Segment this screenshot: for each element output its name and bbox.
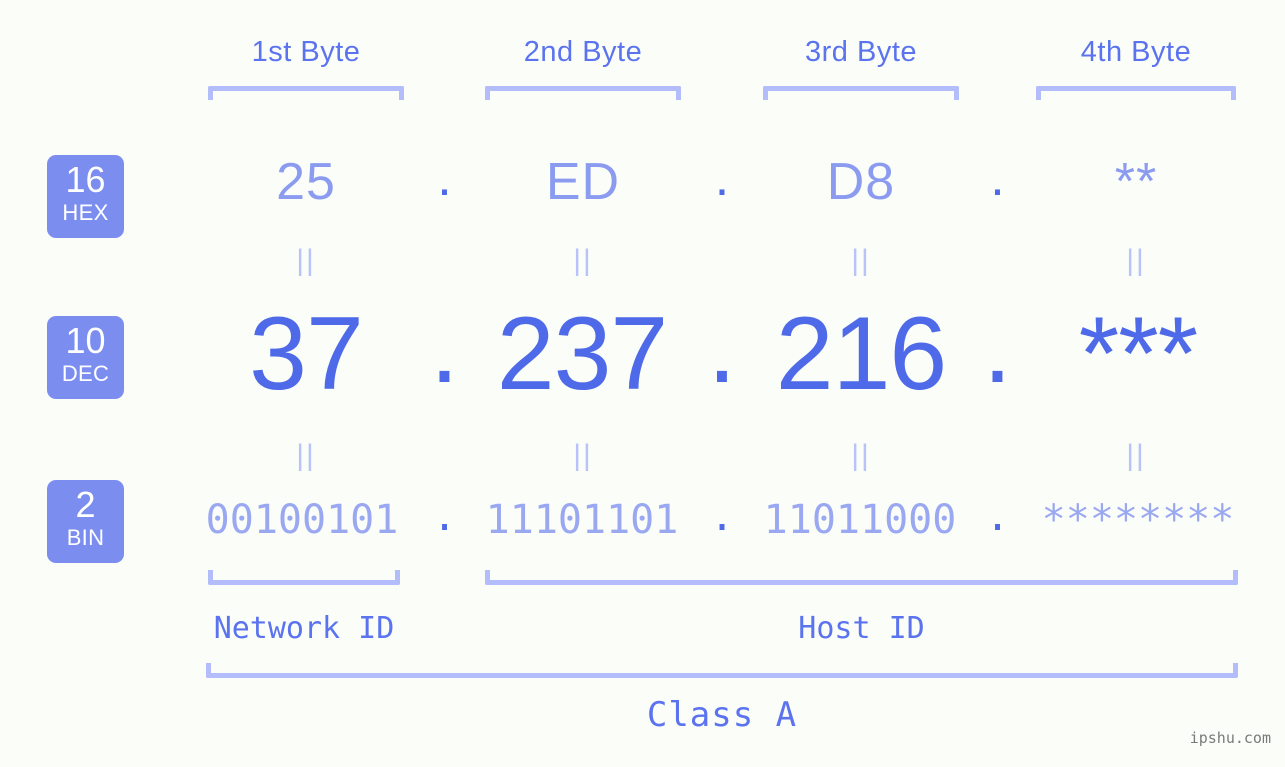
base-badge-bin-number: 2 (75, 484, 96, 525)
byte-header-3: 3rd Byte (805, 36, 917, 68)
watermark: ipshu.com (1189, 729, 1271, 747)
host-id-label: Host ID (798, 611, 925, 646)
network-id-label: Network ID (213, 611, 395, 646)
class-bracket (206, 663, 1238, 678)
equality-mark-dec-bin-2: || (573, 439, 593, 472)
host-id-bracket (485, 570, 1238, 585)
ip-address-diagram: 1st Byte 2nd Byte 3rd Byte 4th Byte 16 H… (0, 0, 1285, 767)
network-id-bracket (208, 570, 400, 585)
dec-separator-1: . (430, 289, 459, 405)
bin-separator-1: . (432, 494, 457, 540)
base-badge-dec-name: DEC (61, 361, 110, 386)
base-badge-dec: 10 DEC (47, 316, 124, 399)
dec-byte-2: 237 (496, 296, 669, 412)
equality-mark-dec-bin-4: || (1126, 439, 1146, 472)
bin-byte-4: ******** (1041, 497, 1235, 543)
class-label: Class A (646, 695, 798, 735)
base-badge-hex: 16 HEX (47, 155, 124, 238)
byte-header-4: 4th Byte (1080, 36, 1192, 68)
dec-byte-3: 216 (775, 296, 948, 412)
equality-mark-dec-bin-1: || (296, 439, 316, 472)
hex-byte-4: ** (1114, 153, 1158, 211)
hex-separator-2: . (714, 149, 730, 207)
bin-byte-1: 00100101 (205, 497, 399, 543)
equality-mark-hex-dec-2: || (573, 244, 593, 277)
bin-byte-3: 11011000 (763, 497, 957, 543)
equality-mark-hex-dec-1: || (296, 244, 316, 277)
dec-byte-1: 37 (249, 296, 364, 412)
dec-byte-4: *** (1078, 296, 1198, 412)
dec-separator-3: . (983, 289, 1012, 405)
base-badge-bin: 2 BIN (47, 480, 124, 563)
byte-bracket-4 (1036, 86, 1236, 100)
hex-separator-1: . (437, 149, 452, 207)
byte-bracket-1 (208, 86, 404, 100)
equality-mark-dec-bin-3: || (851, 439, 871, 472)
bin-separator-3: . (985, 494, 1010, 540)
equality-mark-hex-dec-4: || (1126, 244, 1146, 277)
byte-header-1: 1st Byte (251, 36, 361, 68)
byte-bracket-3 (763, 86, 959, 100)
hex-separator-3: . (990, 149, 1005, 207)
bin-byte-2: 11101101 (485, 497, 679, 543)
dec-separator-2: . (707, 289, 737, 405)
equality-mark-hex-dec-3: || (851, 244, 871, 277)
base-badge-hex-number: 16 (65, 159, 106, 200)
hex-byte-2: ED (545, 153, 621, 211)
hex-byte-1: 25 (276, 153, 336, 211)
base-badge-dec-number: 10 (65, 320, 106, 361)
byte-bracket-2 (485, 86, 681, 100)
hex-byte-3: D8 (826, 153, 896, 211)
base-badge-bin-name: BIN (66, 525, 105, 550)
byte-header-2: 2nd Byte (523, 36, 643, 68)
bin-separator-2: . (709, 494, 735, 540)
base-badge-hex-name: HEX (62, 200, 109, 225)
